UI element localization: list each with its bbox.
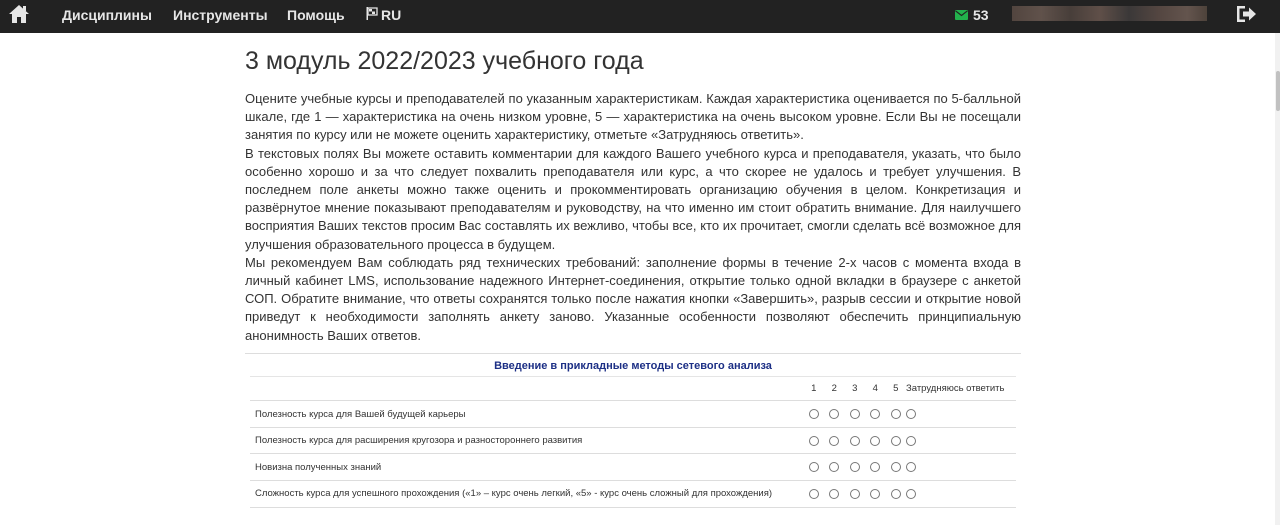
rating-radio-dont-know[interactable] — [906, 462, 916, 473]
course-title: Введение в прикладные методы сетевого ан… — [250, 354, 1016, 377]
instructions-paragraph: Оцените учебные курсы и преподавателей п… — [245, 91, 1021, 143]
instructions-paragraph: В текстовых полях Вы можете оставить ком… — [245, 145, 1021, 252]
rating-radio-5[interactable] — [890, 488, 901, 499]
course-rating-block: Введение в прикладные методы сетевого ан… — [245, 352, 1021, 525]
divider — [250, 506, 1016, 525]
criterion-label: Полезность курса для расширения кругозор… — [250, 426, 804, 454]
rating-radio-4[interactable] — [870, 435, 881, 446]
instructions: Оцените учебные курсы и преподавателей п… — [245, 90, 1021, 345]
rating-radio-dont-know[interactable] — [906, 409, 916, 420]
logout-icon[interactable] — [1235, 4, 1257, 24]
rating-table: 1 2 3 4 5 Затрудняюсь ответить Полезност… — [250, 377, 1016, 507]
criterion-label: Сложность курса для успешного прохождени… — [250, 479, 804, 507]
rating-radio-3[interactable] — [849, 488, 860, 499]
rating-radio-3[interactable] — [849, 435, 860, 446]
rating-radio-4[interactable] — [870, 409, 881, 420]
rating-radio-4[interactable] — [870, 462, 881, 473]
language-label: RU — [381, 7, 402, 23]
rating-radio-2[interactable] — [829, 462, 840, 473]
nav-tools[interactable]: Инструменты — [173, 7, 268, 23]
scrollbar-thumb[interactable] — [1276, 71, 1280, 111]
scale-label: 3 — [852, 383, 858, 395]
rating-radio-3[interactable] — [849, 409, 860, 420]
flag-icon — [366, 7, 378, 23]
rating-radio-2[interactable] — [829, 435, 840, 446]
rating-radio-dont-know[interactable] — [906, 488, 916, 499]
rating-radio-5[interactable] — [890, 409, 901, 420]
instructions-paragraph: Мы рекомендуем Вам соблюдать ряд техниче… — [245, 254, 1021, 343]
rating-radio-5[interactable] — [890, 435, 901, 446]
rating-radio-1[interactable] — [808, 409, 819, 420]
rating-radio-dont-know[interactable] — [906, 435, 916, 446]
rating-radio-5[interactable] — [890, 462, 901, 473]
scale-label-dont-know: Затрудняюсь ответить — [906, 383, 1005, 395]
criterion-row: Полезность курса для Вашей будущей карье… — [250, 400, 1016, 428]
rating-radio-2[interactable] — [829, 409, 840, 420]
criterion-label: Новизна полученных знаний — [250, 453, 804, 481]
rating-radio-3[interactable] — [849, 462, 860, 473]
criterion-label: Полезность курса для Вашей будущей карье… — [250, 400, 804, 428]
messages-count: 53 — [973, 7, 989, 23]
scale-label: 4 — [872, 383, 878, 395]
top-navbar: Дисциплины Инструменты Помощь RU 53 — [0, 0, 1280, 33]
nav-disciplines[interactable]: Дисциплины — [62, 7, 152, 23]
rating-radio-1[interactable] — [808, 435, 819, 446]
scale-header-row: 1 2 3 4 5 Затрудняюсь ответить — [250, 377, 1016, 401]
messages-link[interactable]: 53 — [955, 7, 989, 23]
rating-radio-1[interactable] — [808, 488, 819, 499]
main-content: 3 модуль 2022/2023 учебного года Оцените… — [245, 33, 1021, 525]
language-switcher[interactable]: RU — [366, 7, 401, 23]
criterion-row: Новизна полученных знаний — [250, 453, 1016, 481]
rating-radio-4[interactable] — [870, 488, 881, 499]
scale-label: 2 — [831, 383, 837, 395]
nav-help[interactable]: Помощь — [287, 7, 345, 23]
page-title: 3 модуль 2022/2023 учебного года — [245, 47, 644, 75]
rating-radio-2[interactable] — [829, 488, 840, 499]
criterion-row: Сложность курса для успешного прохождени… — [250, 479, 1016, 507]
criterion-row: Полезность курса для расширения кругозор… — [250, 426, 1016, 454]
scrollbar[interactable] — [1275, 33, 1280, 525]
envelope-icon — [955, 7, 968, 23]
scale-label: 5 — [893, 383, 899, 395]
rating-radio-1[interactable] — [808, 462, 819, 473]
home-icon[interactable] — [8, 3, 30, 25]
scale-label: 1 — [811, 383, 817, 395]
user-name-redacted — [1012, 6, 1207, 21]
